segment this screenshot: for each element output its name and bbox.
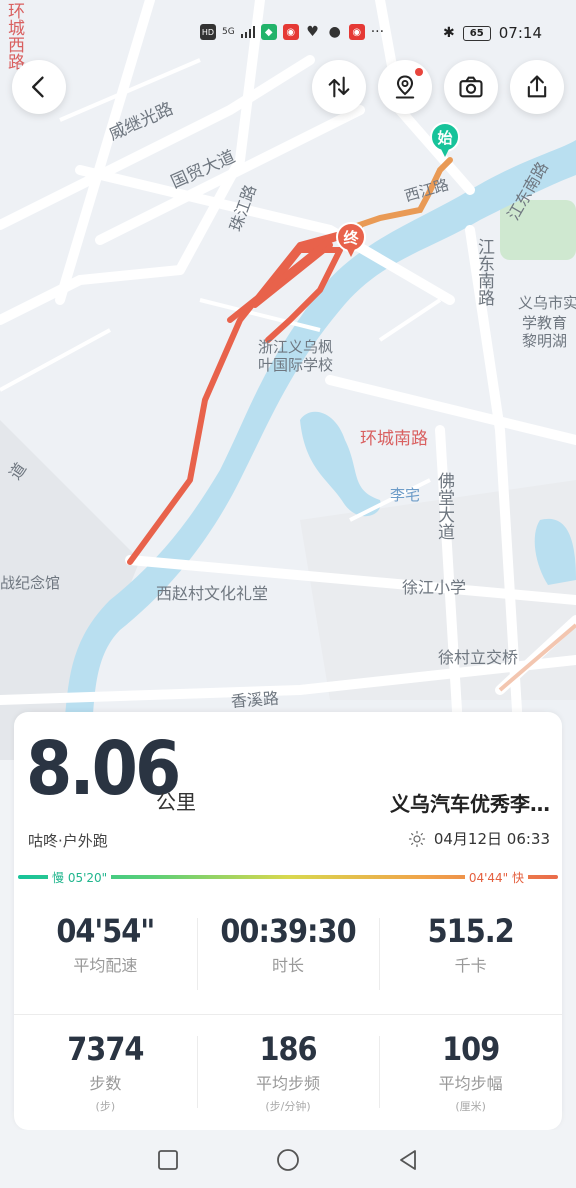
stat-value: 109 — [442, 1030, 500, 1068]
camera-button[interactable] — [444, 60, 498, 114]
back-icon — [32, 76, 44, 98]
system-back-button[interactable] — [396, 1148, 420, 1172]
network-type-label: 5G — [222, 27, 235, 37]
stat-label: 千卡 — [454, 956, 487, 975]
end-marker[interactable]: 终 — [336, 222, 366, 260]
stat-steps: 7374 步数 (步) — [14, 1030, 197, 1114]
end-marker-tail — [346, 247, 356, 257]
pace-gradient-bar: 慢 05'20" 04'44" 快 — [18, 869, 558, 886]
stats-row-secondary: 7374 步数 (步) 186 平均步频 (步/分钟) 109 平均步幅 (厘米… — [14, 1030, 562, 1114]
stats-row-primary: 04'54" 平均配速 00:39:30 时长 515.2 千卡 — [14, 912, 562, 990]
poi-school-edu-line1: 义乌市实 — [518, 294, 576, 312]
distance-unit: 公里 — [156, 790, 196, 814]
system-nav-bar — [0, 1130, 576, 1188]
activity-datetime: 04月12日 06:33 — [408, 828, 550, 849]
route-switch-icon — [328, 76, 350, 98]
signal-icon — [240, 26, 255, 38]
stat-label: 时长 — [272, 956, 305, 975]
status-left-icons: HD 5G ◆ ◉ ♥ ● ◉ ··· — [200, 24, 384, 40]
stat-avg-pace: 04'54" 平均配速 — [14, 912, 197, 976]
poi-xizhao-hall: 西赵村文化礼堂 — [156, 584, 269, 603]
start-marker-tail — [440, 147, 450, 157]
road-label-jiangdong-south-2: 江东南路 — [474, 238, 494, 306]
back-button[interactable] — [12, 60, 66, 114]
stat-duration: 00:39:30 时长 — [196, 912, 380, 990]
stat-unit: (厘米) — [455, 1100, 486, 1113]
poi-school-edu-line3: 黎明湖 — [522, 332, 568, 350]
camera-icon — [459, 76, 483, 98]
pace-fast-label: 04'44" 快 — [464, 869, 528, 886]
share-icon — [527, 75, 547, 98]
weibo-icon-2: ◉ — [348, 24, 365, 40]
poi-xujiang-school: 徐江小学 — [402, 578, 467, 597]
stat-stride: 109 平均步幅 (厘米) — [379, 1030, 562, 1114]
stat-cadence: 186 平均步频 (步/分钟) — [196, 1030, 380, 1114]
more-dots-icon: ··· — [370, 24, 385, 40]
road-label-xiangxi: 香溪路 — [230, 688, 280, 711]
poi-lizhai: 李宅 — [390, 486, 421, 504]
route-map[interactable]: 环城西路 威继光路 国贸大道 珠江路 西江路 江东南路 江东南路 义乌市实 学教… — [0, 0, 576, 760]
poi-memorial: 战纪念馆 — [0, 574, 61, 592]
datetime-text: 04月12日 06:33 — [433, 830, 550, 848]
circle-icon — [277, 1149, 299, 1171]
share-button[interactable] — [510, 60, 564, 114]
stat-label: 步数 — [89, 1074, 122, 1093]
stat-value: 04'54" — [56, 912, 155, 950]
stat-label: 平均步频 — [256, 1074, 321, 1093]
status-right-icons: ✱ 65 07:14 — [443, 24, 542, 42]
sun-icon — [408, 830, 425, 847]
road-label-fotang: 佛堂大道 — [434, 472, 454, 540]
stat-value: 00:39:30 — [220, 912, 356, 950]
road-label-huancheng-south: 环城南路 — [360, 429, 428, 449]
stat-unit: (步) — [95, 1100, 116, 1113]
status-bar: HD 5G ◆ ◉ ♥ ● ◉ ··· ✱ 65 07:14 — [0, 0, 576, 60]
activity-source: 咕咚·户外跑 — [28, 832, 108, 850]
pace-slow-label: 慢 05'20" — [48, 869, 112, 886]
poi-intl-school-line2: 叶国际学校 — [258, 356, 334, 374]
location-button[interactable] — [378, 60, 432, 114]
battery-icon: 65 — [462, 25, 491, 41]
stat-value: 7374 — [67, 1030, 144, 1068]
route-name[interactable]: 义乌汽车优秀李… — [390, 788, 550, 817]
stat-label: 平均步幅 — [438, 1074, 503, 1093]
stat-unit: (步/分钟) — [265, 1100, 311, 1113]
heart-icon: ♥ — [306, 24, 319, 40]
recents-button[interactable] — [156, 1148, 180, 1172]
run-summary-card: 8.06 公里 义乌汽车优秀李… 咕咚·户外跑 04月12日 06:33 慢 0… — [14, 712, 562, 1130]
bluetooth-icon: ✱ — [443, 25, 455, 41]
home-button[interactable] — [276, 1148, 300, 1172]
start-marker[interactable]: 始 — [430, 122, 460, 160]
location-pin-icon — [395, 75, 415, 99]
stat-label: 平均配速 — [73, 956, 138, 975]
square-icon — [158, 1150, 178, 1170]
weibo-icon: ◉ — [282, 24, 299, 40]
stat-value: 515.2 — [427, 912, 515, 950]
poi-xucun-bridge: 徐村立交桥 — [438, 648, 519, 667]
hd-icon: HD — [200, 24, 216, 40]
stats-divider — [14, 1014, 562, 1015]
stat-value: 186 — [259, 1030, 317, 1068]
wechat-icon: ● — [328, 24, 341, 40]
app-notification-icon: ◆ — [260, 24, 277, 40]
notification-dot — [415, 68, 423, 76]
stat-calories: 515.2 千卡 — [379, 912, 562, 990]
triangle-back-icon — [400, 1150, 416, 1170]
status-time: 07:14 — [498, 24, 542, 42]
route-switch-button[interactable] — [312, 60, 366, 114]
